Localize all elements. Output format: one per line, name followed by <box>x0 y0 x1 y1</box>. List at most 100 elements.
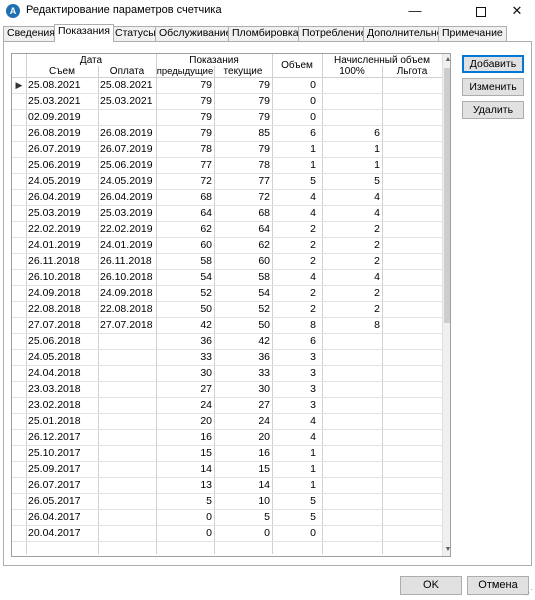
cell-volume: 4 <box>310 415 316 427</box>
header-date-pay[interactable]: Оплата <box>98 66 156 77</box>
table-row[interactable]: 27.07.2018 27.07.2018 42 50 8 8 <box>12 318 442 334</box>
cell-volume: 3 <box>310 383 316 395</box>
header-benefit[interactable]: Льгота <box>382 66 442 77</box>
header-group-charged: Начисленный объем <box>334 55 430 66</box>
resize-grip-icon[interactable]: ⋰ <box>523 588 533 598</box>
cell-date-read: 23.03.2018 <box>28 383 81 395</box>
table-row[interactable]: 25.06.2018 36 42 6 <box>12 334 442 350</box>
table-row[interactable]: 25.06.2019 25.06.2019 77 78 1 1 <box>12 158 442 174</box>
tab-primechanie[interactable]: Примечание <box>438 26 507 41</box>
add-button[interactable]: Добавить <box>462 55 524 73</box>
cell-volume: 8 <box>310 319 316 331</box>
table-row[interactable]: 25.03.2021 25.03.2021 79 79 0 <box>12 94 442 110</box>
cell-cur: 72 <box>258 191 270 203</box>
cell-date-read: 25.06.2019 <box>28 159 81 171</box>
row-indicator <box>12 478 26 494</box>
cell-prev: 50 <box>200 303 212 315</box>
row-indicator <box>12 382 26 398</box>
cell-benefit <box>382 254 442 270</box>
ok-button[interactable]: OK <box>400 576 462 595</box>
tab-strip: Сведения Показания Статусы Обслуживание … <box>3 24 533 42</box>
cell-prev: 79 <box>200 95 212 107</box>
table-row[interactable]: 26.07.2017 13 14 1 <box>12 478 442 494</box>
delete-button[interactable]: Удалить <box>462 101 524 119</box>
header-group-date: Дата <box>79 55 103 66</box>
table-row[interactable]: 24.05.2019 24.05.2019 72 77 5 5 <box>12 174 442 190</box>
cell-prev: 52 <box>200 287 212 299</box>
cell-benefit <box>382 126 442 142</box>
table-row[interactable]: 22.02.2019 22.02.2019 62 64 2 2 <box>12 222 442 238</box>
table-row[interactable]: 22.08.2018 22.08.2018 50 52 2 2 <box>12 302 442 318</box>
cell-volume: 5 <box>310 175 316 187</box>
tab-potreblenie[interactable]: Потребление <box>298 26 371 41</box>
tab-statusy[interactable]: Статусы <box>111 26 160 41</box>
grid-scrollbar[interactable]: ▲ ▼ <box>442 54 450 556</box>
edit-button[interactable]: Изменить <box>462 78 524 96</box>
table-row[interactable]: 25.01.2018 20 24 4 <box>12 414 442 430</box>
table-row[interactable]: 26.08.2019 26.08.2019 79 85 6 6 <box>12 126 442 142</box>
table-row[interactable]: 25.09.2017 14 15 1 <box>12 462 442 478</box>
table-row[interactable]: 24.05.2018 33 36 3 <box>12 350 442 366</box>
cell-prev: 30 <box>200 367 212 379</box>
table-row[interactable]: 24.04.2018 30 33 3 <box>12 366 442 382</box>
cell-date-pay <box>98 430 156 446</box>
header-cur[interactable]: текущие <box>214 66 272 77</box>
table-row[interactable]: 26.04.2019 26.04.2019 68 72 4 4 <box>12 190 442 206</box>
scroll-down-icon[interactable]: ▼ <box>443 544 450 556</box>
cell-benefit <box>382 94 442 110</box>
cell-volume: 4 <box>310 431 316 443</box>
minimize-button[interactable]: — <box>398 0 432 22</box>
header-prev[interactable]: предыдущие <box>156 66 214 77</box>
table-row[interactable]: 26.12.2017 16 20 4 <box>12 430 442 446</box>
table-row[interactable]: 23.02.2018 24 27 3 <box>12 398 442 414</box>
cell-date-pay: 22.02.2019 <box>100 223 153 235</box>
scroll-up-icon[interactable]: ▲ <box>443 54 450 66</box>
table-row[interactable]: 26.11.2018 26.11.2018 58 60 2 2 <box>12 254 442 270</box>
table-row[interactable]: 26.10.2018 26.10.2018 54 58 4 4 <box>12 270 442 286</box>
table-row[interactable]: ▶ 25.08.2021 25.08.2021 79 79 0 <box>12 78 442 94</box>
cell-cur: 58 <box>258 271 270 283</box>
cell-benefit <box>382 318 442 334</box>
table-row[interactable]: 24.01.2019 24.01.2019 60 62 2 2 <box>12 238 442 254</box>
table-row[interactable]: 26.05.2017 5 10 5 <box>12 494 442 510</box>
readings-grid[interactable]: Дата Съем Оплата Показания предыдущие те… <box>11 53 451 557</box>
cell-prev: 33 <box>200 351 212 363</box>
cell-volume: 5 <box>310 495 316 507</box>
cell-prev: 16 <box>200 431 212 443</box>
tab-dopolnitelno[interactable]: Дополнительно <box>363 26 447 41</box>
cell-pct100: 1 <box>374 143 380 155</box>
scroll-thumb[interactable] <box>444 68 450 323</box>
cell-cur: 64 <box>258 223 270 235</box>
table-row[interactable]: 23.03.2018 27 30 3 <box>12 382 442 398</box>
cell-cur: 77 <box>258 175 270 187</box>
table-row[interactable]: 02.09.2019 79 79 0 <box>12 110 442 126</box>
cell-volume: 1 <box>310 463 316 475</box>
cell-date-pay <box>98 414 156 430</box>
table-row[interactable]: 24.09.2018 24.09.2018 52 54 2 2 <box>12 286 442 302</box>
cell-date-read: 26.10.2018 <box>28 271 81 283</box>
table-row[interactable]: 26.07.2019 26.07.2019 78 79 1 1 <box>12 142 442 158</box>
tab-svedeniya[interactable]: Сведения <box>3 26 59 41</box>
cell-pct100: 4 <box>374 271 380 283</box>
cell-date-pay: 24.01.2019 <box>100 239 153 251</box>
cell-date-pay <box>98 510 156 526</box>
table-row[interactable]: 25.10.2017 15 16 1 <box>12 446 442 462</box>
cell-date-pay: 25.06.2019 <box>100 159 153 171</box>
cell-cur: 20 <box>258 431 270 443</box>
cell-volume: 3 <box>310 367 316 379</box>
cell-pct100 <box>322 398 382 414</box>
table-row[interactable]: 20.04.2017 0 0 0 <box>12 526 442 542</box>
cell-date-read: 26.08.2019 <box>28 127 81 139</box>
header-pct100[interactable]: 100% <box>322 66 382 77</box>
table-row[interactable]: 26.04.2017 0 5 5 <box>12 510 442 526</box>
cancel-button[interactable]: Отмена <box>467 576 529 595</box>
cell-pct100 <box>322 478 382 494</box>
tab-pokazaniya[interactable]: Показания <box>54 24 114 42</box>
table-row[interactable]: 25.03.2019 25.03.2019 64 68 4 4 <box>12 206 442 222</box>
tab-obsluzhivanie[interactable]: Обслуживание <box>155 26 236 41</box>
header-date-read[interactable]: Съем <box>26 66 98 77</box>
header-volume[interactable]: Объем <box>272 60 322 71</box>
tab-plombirovka[interactable]: Пломбировка <box>228 26 303 41</box>
close-button[interactable]: ✕ <box>500 0 534 22</box>
maximize-button[interactable] <box>464 0 498 22</box>
